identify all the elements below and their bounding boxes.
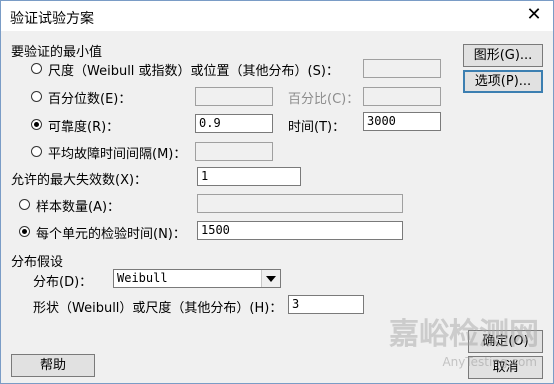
section-min-heading: 要验证的最小值 — [11, 45, 103, 60]
mtbf-field[interactable] — [195, 142, 273, 161]
watermark-url: AnyTesting.com — [442, 355, 537, 369]
radio-test-time[interactable] — [19, 226, 30, 237]
distribution-value: Weibull — [117, 271, 168, 285]
shape-scale-label: 尺度（Weibull 或指数）或位置（其他分布）(S)： — [48, 64, 339, 79]
shape-scale-field[interactable] — [363, 59, 441, 78]
percentile-label: 百分位数(E)： — [48, 92, 132, 107]
max-failures-field[interactable]: 1 — [197, 167, 301, 186]
graph-button[interactable]: 图形(G)... — [463, 44, 543, 67]
time-label: 时间(T)： — [288, 120, 346, 135]
radio-reliability[interactable] — [31, 119, 42, 130]
reliability-label: 可靠度(R)： — [48, 120, 120, 135]
test-time-field[interactable]: 1500 — [197, 221, 403, 240]
percent-label: 百分比(C)： — [288, 92, 360, 107]
options-button[interactable]: 选项(P)... — [463, 70, 543, 93]
close-icon[interactable]: ✕ — [521, 3, 547, 27]
window-title: 验证试验方案 — [10, 11, 94, 27]
distribution-select[interactable]: Weibull — [113, 269, 281, 288]
max-failures-label: 允许的最大失效数(X)： — [11, 173, 148, 188]
sample-size-field[interactable] — [197, 194, 403, 213]
title-bar: 验证试验方案 ✕ — [1, 1, 553, 31]
sample-size-label: 样本数量(A)： — [36, 200, 121, 215]
help-button[interactable]: 帮助 — [11, 354, 95, 377]
dialog-window: 验证试验方案 ✕ 要验证的最小值 尺度（Weibull 或指数）或位置（其他分布… — [0, 0, 554, 384]
reliability-field[interactable]: 0.9 — [195, 114, 273, 133]
percent-field[interactable] — [363, 87, 441, 106]
shape-label: 形状（Weibull）或尺度（其他分布）(H)： — [33, 301, 283, 316]
time-field[interactable]: 3000 — [363, 112, 441, 131]
percentile-field[interactable] — [195, 87, 273, 106]
radio-percentile[interactable] — [31, 91, 42, 102]
shape-field[interactable]: 3 — [288, 295, 364, 314]
radio-sample-size[interactable] — [19, 199, 30, 210]
watermark-logo: 嘉峪检测网 — [389, 317, 539, 352]
chevron-down-icon[interactable] — [261, 270, 280, 287]
radio-mtbf[interactable] — [31, 146, 42, 157]
distribution-label: 分布(D)： — [33, 275, 93, 290]
mtbf-label: 平均故障时间间隔(M)： — [48, 147, 187, 162]
distribution-heading: 分布假设 — [11, 255, 64, 270]
radio-shape-scale[interactable] — [31, 63, 42, 74]
test-time-label: 每个单元的检验时间(N)： — [36, 227, 186, 242]
